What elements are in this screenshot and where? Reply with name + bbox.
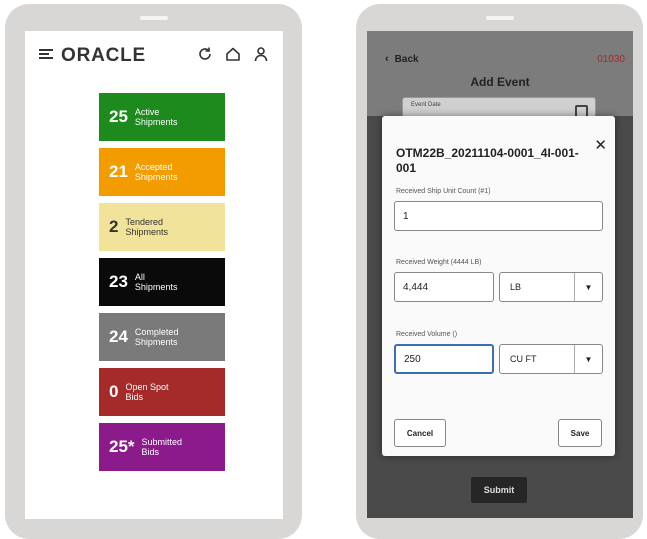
ship-unit-count-input[interactable]: 1 (394, 201, 603, 231)
tile-count: 21 (109, 162, 128, 181)
app-header: ORACLE (25, 31, 283, 81)
tile-all-shipments[interactable]: 23 All Shipments (99, 258, 225, 306)
shipment-tiles: 25 Active Shipments 21 Accepted Shipment… (99, 93, 225, 478)
dashboard-screen: ORACLE 25 Active Shipments 21 Accepted S… (25, 31, 283, 519)
weight-unit-value: LB (510, 282, 522, 292)
page-title: Add Event (470, 75, 530, 89)
volume-label: Received Volume () (396, 331, 458, 338)
tile-label: Open Spot Bids (125, 382, 169, 402)
weight-label: Received Weight (4444 LB) (396, 259, 482, 266)
volume-unit-value: CU FT (510, 354, 537, 364)
tile-label: Submitted Bids (141, 437, 183, 457)
home-icon[interactable] (225, 46, 241, 62)
tile-count: 24 (109, 327, 128, 346)
user-icon[interactable] (253, 46, 269, 62)
volume-input[interactable]: 250 (394, 344, 494, 374)
tile-active-shipments[interactable]: 25 Active Shipments (99, 93, 225, 141)
received-event-dialog: ✕ OTM22B_20211104-0001_4I-001-001 Receiv… (382, 116, 615, 456)
tile-label: All Shipments (134, 272, 178, 292)
back-button[interactable]: ‹ Back (385, 53, 419, 65)
tile-open-spot-bids[interactable]: 0 Open Spot Bids (99, 368, 225, 416)
back-label: Back (394, 54, 419, 65)
phone-frame-right: ‹ Back 01030 Add Event Event Date Submit … (356, 4, 643, 539)
tile-label: Tendered Shipments (125, 217, 168, 237)
tile-label: Completed Shipments (134, 327, 179, 347)
tile-count: 0 (109, 382, 119, 401)
speaker-slot (485, 16, 514, 20)
tile-completed-shipments[interactable]: 24 Completed Shipments (99, 313, 225, 361)
event-date-label: Event Date (411, 102, 441, 108)
save-button[interactable]: Save (558, 419, 602, 447)
phone-frame-left: ORACLE 25 Active Shipments 21 Accepted S… (5, 4, 302, 539)
tile-label: Accepted Shipments (134, 162, 178, 182)
tile-submitted-bids[interactable]: 25* Submitted Bids (99, 423, 225, 471)
chevron-left-icon: ‹ (385, 53, 389, 65)
dialog-title: OTM22B_20211104-0001_4I-001-001 (396, 146, 579, 175)
tile-label: Active Shipments (134, 107, 178, 127)
weight-input[interactable]: 4,444 (394, 272, 494, 302)
screen-topbar: ‹ Back 01030 Add Event Event Date (367, 31, 633, 125)
tile-count: 25* (109, 437, 135, 456)
caret-down-icon: ▼ (574, 273, 602, 301)
ship-unit-label: Received Ship Unit Count (#1) (396, 188, 491, 195)
refresh-icon[interactable] (197, 46, 213, 62)
stage: ORACLE 25 Active Shipments 21 Accepted S… (0, 0, 647, 539)
header-icons (197, 46, 269, 62)
cancel-button[interactable]: Cancel (394, 419, 446, 447)
weight-unit-select[interactable]: LB ▼ (499, 272, 603, 302)
volume-unit-select[interactable]: CU FT ▼ (499, 344, 603, 374)
speaker-slot (139, 16, 168, 20)
close-icon[interactable]: ✕ (594, 138, 607, 153)
menu-icon[interactable] (39, 49, 53, 59)
submit-button[interactable]: Submit (471, 477, 527, 503)
oracle-logo: ORACLE (61, 45, 147, 66)
tile-count: 25 (109, 107, 128, 126)
screen-code: 01030 (597, 54, 625, 65)
tile-accepted-shipments[interactable]: 21 Accepted Shipments (99, 148, 225, 196)
caret-down-icon: ▼ (574, 345, 602, 373)
tile-tendered-shipments[interactable]: 2 Tendered Shipments (99, 203, 225, 251)
add-event-screen: ‹ Back 01030 Add Event Event Date Submit … (367, 31, 633, 518)
tile-count: 23 (109, 272, 128, 291)
tile-count: 2 (109, 217, 119, 236)
